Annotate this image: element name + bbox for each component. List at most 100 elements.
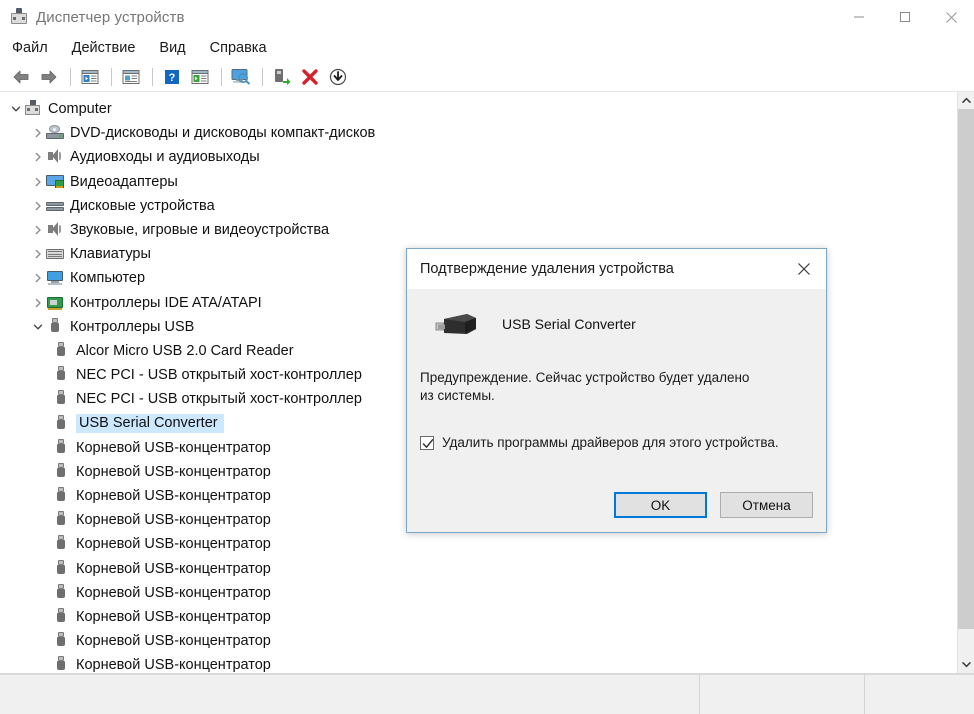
tree-leaf-device[interactable]: Корневой USB-концентратор [0, 581, 957, 605]
dialog-device-row: USB Serial Converter [420, 307, 813, 341]
tree-node-label: DVD-дисководы и дисководы компакт-дисков [70, 125, 376, 142]
tree-leaf-device[interactable]: Корневой USB-концентратор [0, 532, 957, 556]
usb-icon [52, 632, 70, 650]
chevron-down-icon[interactable] [30, 319, 46, 335]
usb-icon [52, 438, 70, 457]
tree-node-label: Звуковые, игровые и видеоустройства [70, 222, 330, 239]
panel-right-icon[interactable] [187, 65, 213, 89]
dialog-title: Подтверждение удаления устройства [420, 261, 674, 277]
tree-node-label: Компьютер [70, 270, 146, 287]
disable-device-icon[interactable] [325, 65, 351, 89]
status-pane-secondary [700, 675, 865, 714]
status-bar [0, 674, 974, 714]
properties-icon[interactable] [118, 65, 144, 89]
tree-leaf-label: Корневой USB-концентратор [76, 560, 271, 577]
toolbar-separator [221, 67, 222, 86]
dialog-warning-text: Предупреждение. Сейчас устройство будет … [420, 370, 750, 403]
chevron-right-icon[interactable] [30, 270, 46, 286]
usb-icon [52, 559, 70, 578]
tree-leaf-label: Корневой USB-концентратор [76, 512, 271, 529]
delete-driver-checkbox[interactable] [420, 436, 434, 450]
dialog-buttons: OK Отмена [614, 492, 813, 518]
delete-driver-checkbox-row[interactable]: Удалить программы драйверов для этого ус… [420, 435, 813, 450]
chevron-right-icon[interactable] [30, 125, 46, 141]
scroll-track[interactable] [958, 109, 974, 656]
close-button[interactable] [928, 0, 974, 34]
chevron-right-icon[interactable] [30, 174, 46, 190]
menu-file[interactable]: Файл [12, 37, 60, 59]
tree-leaf-device[interactable]: Корневой USB-концентратор [0, 629, 957, 653]
scroll-thumb[interactable] [958, 109, 974, 629]
speaker-icon [46, 221, 64, 239]
usb-plug-icon [432, 307, 484, 341]
usb-icon [52, 583, 70, 602]
usb-icon [52, 656, 70, 673]
vertical-scrollbar[interactable] [957, 92, 974, 673]
toolbar-separator [152, 67, 153, 86]
panel-left-icon[interactable] [77, 65, 103, 89]
chevron-down-icon[interactable] [8, 101, 24, 117]
tree-leaf-label: Корневой USB-концентратор [76, 657, 271, 673]
tree-leaf-label: USB Serial Converter [76, 414, 224, 434]
delete-driver-checkbox-label: Удалить программы драйверов для этого ус… [442, 435, 779, 450]
dialog-close-button[interactable] [782, 249, 826, 288]
menu-help[interactable]: Справка [210, 37, 279, 59]
usb-icon [52, 341, 70, 360]
tree-node-disk-drives[interactable]: Дисковые устройства [0, 194, 957, 218]
toolbar-separator [111, 67, 112, 86]
uninstall-device-icon[interactable] [297, 65, 323, 89]
tree-node-label: Дисковые устройства [70, 197, 215, 214]
toolbar: ? [0, 62, 974, 92]
tree-leaf-device[interactable]: Корневой USB-концентратор [0, 605, 957, 629]
status-pane-main [0, 675, 700, 714]
tree-leaf-label: Корневой USB-концентратор [76, 439, 271, 456]
chevron-right-icon[interactable] [30, 222, 46, 238]
menu-action[interactable]: Действие [72, 37, 148, 59]
svg-text:?: ? [169, 72, 176, 84]
ide-controller-icon [46, 294, 64, 312]
menu-view[interactable]: Вид [159, 37, 197, 59]
tree-node-dvd[interactable]: DVD-дисководы и дисководы компакт-дисков [0, 121, 957, 145]
back-icon[interactable] [8, 65, 34, 89]
tree-node-computer[interactable]: Computer [0, 97, 957, 121]
cancel-button[interactable]: Отмена [720, 492, 813, 518]
dialog-body: USB Serial Converter Предупреждение. Сей… [407, 289, 826, 532]
tree-node-label: Контроллеры USB [70, 318, 195, 335]
tree-node-sound-devices[interactable]: Звуковые, игровые и видеоустройства [0, 218, 957, 242]
scroll-down-button[interactable] [958, 656, 974, 673]
tree-node-audio-io[interactable]: Аудиовходы и аудиовыходы [0, 145, 957, 169]
chevron-right-icon[interactable] [30, 295, 46, 311]
device-manager-window: Диспетчер устройств Файл Действие Вид Сп… [0, 0, 974, 714]
dialog-title-bar: Подтверждение удаления устройства [407, 249, 826, 289]
minimize-button[interactable] [836, 0, 882, 34]
dvd-icon [46, 124, 64, 142]
tree-node-label: Клавиатуры [70, 246, 151, 263]
toolbar-separator [262, 67, 263, 86]
scan-hardware-icon[interactable] [228, 65, 254, 89]
tree-leaf-device[interactable]: Корневой USB-концентратор [0, 557, 957, 581]
keyboard-icon [46, 245, 64, 263]
scroll-up-button[interactable] [958, 92, 974, 109]
computer-icon [24, 100, 42, 118]
usb-icon [52, 366, 70, 384]
forward-icon[interactable] [36, 65, 62, 89]
maximize-button[interactable] [882, 0, 928, 34]
tree-leaf-label: Корневой USB-концентратор [76, 584, 271, 601]
tree-leaf-label: Корневой USB-концентратор [76, 633, 271, 650]
tree-leaf-label: Корневой USB-концентратор [76, 488, 271, 505]
help-icon[interactable]: ? [159, 65, 185, 89]
usb-icon [52, 608, 70, 626]
update-driver-icon[interactable] [269, 65, 295, 89]
tree-leaf-label: NEC PCI - USB открытый хост-контроллер [76, 391, 362, 408]
chevron-right-icon[interactable] [30, 149, 46, 165]
dialog-device-name: USB Serial Converter [502, 316, 636, 332]
tree-node-display-adapters[interactable]: Видеоадаптеры [0, 170, 957, 194]
tree-node-label: Видеоадаптеры [70, 173, 178, 190]
disk-icon [46, 197, 64, 215]
usb-icon [52, 462, 70, 481]
tree-leaf-device[interactable]: Корневой USB-концентратор [0, 653, 957, 673]
ok-button[interactable]: OK [614, 492, 707, 518]
chevron-right-icon[interactable] [30, 198, 46, 214]
chevron-right-icon[interactable] [30, 246, 46, 262]
display-adapter-icon [46, 173, 64, 191]
